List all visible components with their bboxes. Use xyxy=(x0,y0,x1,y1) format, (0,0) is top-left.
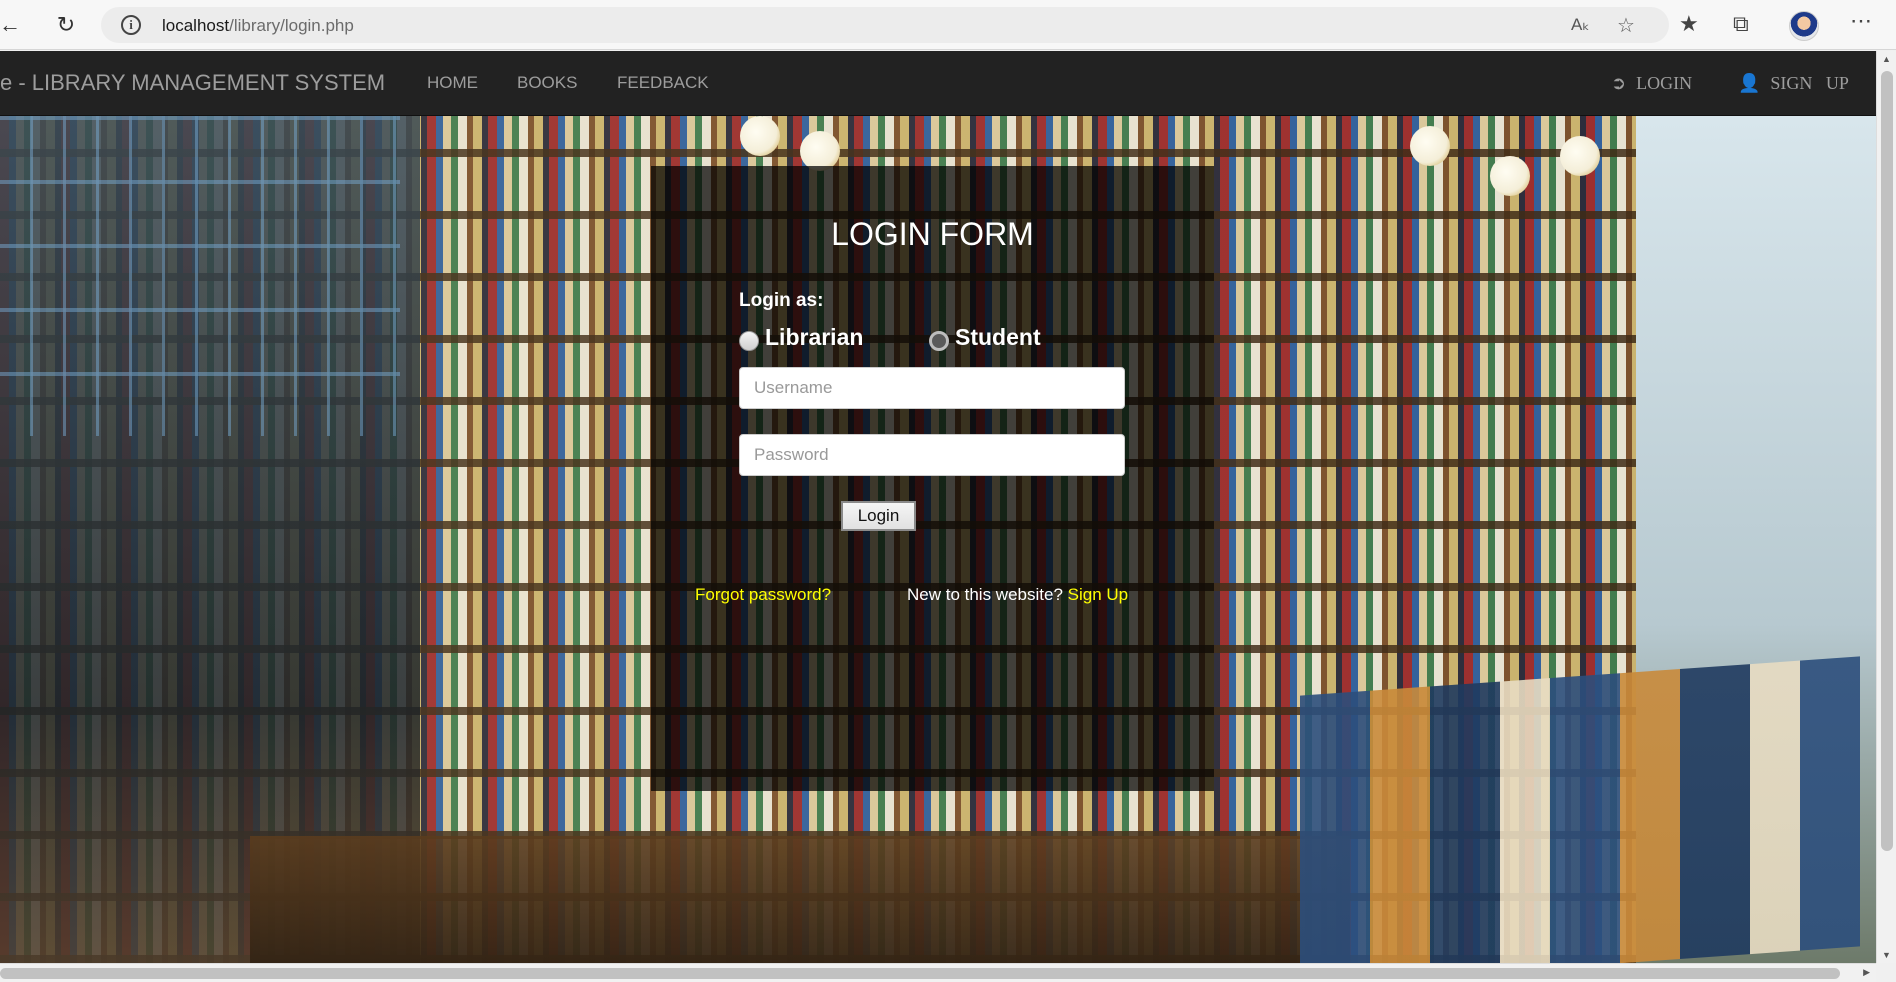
sign-up-link[interactable]: Sign Up xyxy=(1068,585,1128,604)
refresh-icon[interactable]: ↻ xyxy=(52,11,80,39)
horizontal-scrollbar[interactable]: ▶ xyxy=(0,963,1876,982)
student-radio[interactable] xyxy=(929,330,949,351)
role-librarian[interactable]: Librarian xyxy=(739,324,863,351)
scroll-up-icon[interactable]: ▲ xyxy=(1882,54,1891,64)
student-label[interactable]: Student xyxy=(955,324,1041,351)
librarian-radio[interactable] xyxy=(739,330,759,351)
more-icon[interactable]: ⋯ xyxy=(1850,8,1872,34)
url-text[interactable]: localhost/library/login.php xyxy=(162,16,354,36)
forgot-password-link[interactable]: Forgot password? xyxy=(695,585,831,605)
user-icon: 👤 xyxy=(1738,73,1761,94)
nav-books[interactable]: BOOKS xyxy=(517,73,577,93)
nav-feedback[interactable]: FEEDBACK xyxy=(617,73,709,93)
new-user-text: New to this website? xyxy=(907,585,1063,604)
site-brand[interactable]: e - LIBRARY MANAGEMENT SYSTEM xyxy=(0,70,385,96)
address-bar[interactable]: i localhost/library/login.php Aₖ ☆ xyxy=(101,7,1669,43)
login-icon: ➲ xyxy=(1611,73,1627,94)
collections-icon[interactable]: ⧉ xyxy=(1733,11,1749,37)
favorites-icon[interactable]: ★ xyxy=(1679,11,1699,37)
login-form-title: LOGIN FORM xyxy=(831,216,1034,252)
vertical-scrollbar[interactable]: ▲ ▼ xyxy=(1876,51,1896,963)
horizontal-scroll-thumb[interactable] xyxy=(0,968,1840,979)
site-navbar: e - LIBRARY MANAGEMENT SYSTEM HOME BOOKS… xyxy=(0,51,1876,116)
role-student[interactable]: Student xyxy=(929,324,1041,351)
nav-home[interactable]: HOME xyxy=(427,73,478,93)
info-icon[interactable]: i xyxy=(121,15,141,35)
profile-avatar[interactable] xyxy=(1789,11,1819,41)
nav-signup[interactable]: 👤 SIGN UP xyxy=(1738,73,1849,94)
password-input[interactable] xyxy=(739,434,1125,476)
add-favorite-icon[interactable]: ☆ xyxy=(1617,13,1635,38)
nav-login-label: LOGIN xyxy=(1636,73,1693,93)
back-icon[interactable]: ← xyxy=(0,11,24,39)
librarian-label[interactable]: Librarian xyxy=(765,324,863,351)
new-user-prompt: New to this website? Sign Up xyxy=(907,585,1128,605)
nav-login[interactable]: ➲ LOGIN xyxy=(1611,73,1692,94)
login-form: LOGIN FORM Login as: Librarian Student L… xyxy=(651,166,1214,791)
nav-signup-label: SIGN UP xyxy=(1770,73,1849,93)
login-as-label: Login as: xyxy=(739,290,824,311)
username-input[interactable] xyxy=(739,367,1125,409)
url-path: /library/login.php xyxy=(229,16,354,35)
login-button[interactable]: Login xyxy=(841,501,916,531)
scroll-down-icon[interactable]: ▼ xyxy=(1882,950,1891,960)
read-aloud-icon[interactable]: Aₖ xyxy=(1571,15,1590,35)
scroll-right-icon[interactable]: ▶ xyxy=(1863,967,1870,978)
url-host: localhost xyxy=(162,16,230,35)
vertical-scroll-thumb[interactable] xyxy=(1881,71,1893,851)
page-viewport: e - LIBRARY MANAGEMENT SYSTEM HOME BOOKS… xyxy=(0,51,1876,963)
browser-toolbar: ← ↻ i localhost/library/login.php Aₖ ☆ ★… xyxy=(0,0,1896,50)
